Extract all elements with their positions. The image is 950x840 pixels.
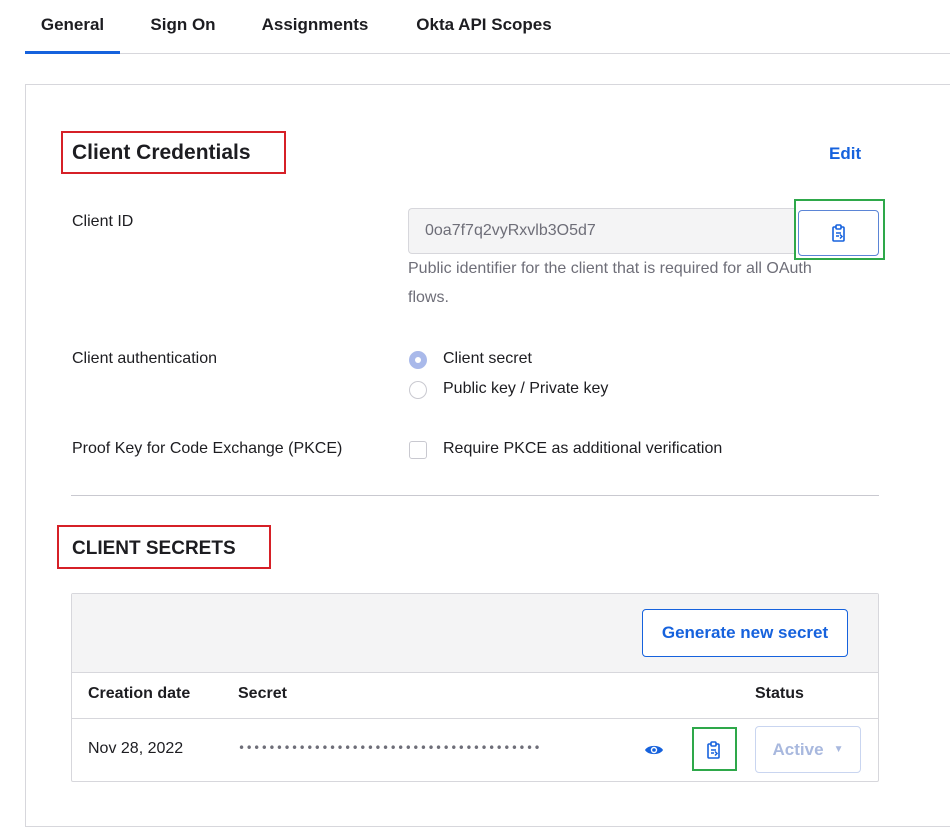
client-id-hint-line2: flows. (408, 289, 449, 306)
edit-link[interactable]: Edit (829, 144, 861, 164)
section-divider (71, 495, 879, 496)
secret-cell: •••••••••••••••••••••••••••••••••••••••• (238, 741, 542, 755)
tab-okta-api-scopes[interactable]: Okta API Scopes (411, 0, 557, 53)
client-id-field[interactable] (408, 208, 796, 254)
tab-general[interactable]: General (25, 0, 120, 54)
radio-public-private-key[interactable] (409, 381, 427, 399)
header-row-divider (72, 718, 878, 719)
client-credentials-title: Client Credentials (72, 141, 251, 164)
highlight-box-copy-secret (692, 727, 737, 771)
client-id-hint-line1: Public identifier for the client that is… (408, 260, 812, 277)
column-header-secret: Secret (238, 685, 287, 702)
column-header-status: Status (755, 685, 804, 702)
radio-client-secret-label[interactable]: Client secret (443, 350, 532, 368)
client-secrets-title: CLIENT SECRETS (72, 538, 236, 559)
column-header-creation-date: Creation date (88, 685, 191, 702)
radio-client-secret[interactable] (409, 351, 427, 369)
client-authentication-label: Client authentication (72, 350, 217, 367)
pkce-label: Proof Key for Code Exchange (PKCE) (72, 440, 343, 457)
status-value: Active (772, 739, 824, 759)
generate-new-secret-button[interactable]: Generate new secret (642, 609, 848, 657)
client-secrets-table: Generate new secret Creation date Secret… (71, 593, 879, 782)
tab-bar: General Sign On Assignments Okta API Sco… (25, 0, 950, 54)
table-toolbar: Generate new secret (72, 594, 878, 673)
radio-public-private-key-label[interactable]: Public key / Private key (443, 380, 608, 398)
chevron-down-icon: ▼ (833, 744, 844, 755)
reveal-secret-button[interactable] (640, 738, 668, 762)
pkce-checkbox-label[interactable]: Require PKCE as additional verification (443, 440, 722, 458)
client-id-hint: Public identifier for the client that is… (408, 254, 812, 312)
tab-sign-on[interactable]: Sign On (141, 0, 225, 53)
eye-icon (645, 745, 663, 755)
tab-assignments[interactable]: Assignments (257, 0, 373, 53)
creation-date-cell: Nov 28, 2022 (88, 740, 184, 757)
secret-status-select[interactable]: Active ▼ (755, 726, 861, 773)
pkce-checkbox[interactable] (409, 441, 427, 459)
highlight-box-copy-id (794, 199, 885, 260)
client-id-label: Client ID (72, 213, 134, 230)
